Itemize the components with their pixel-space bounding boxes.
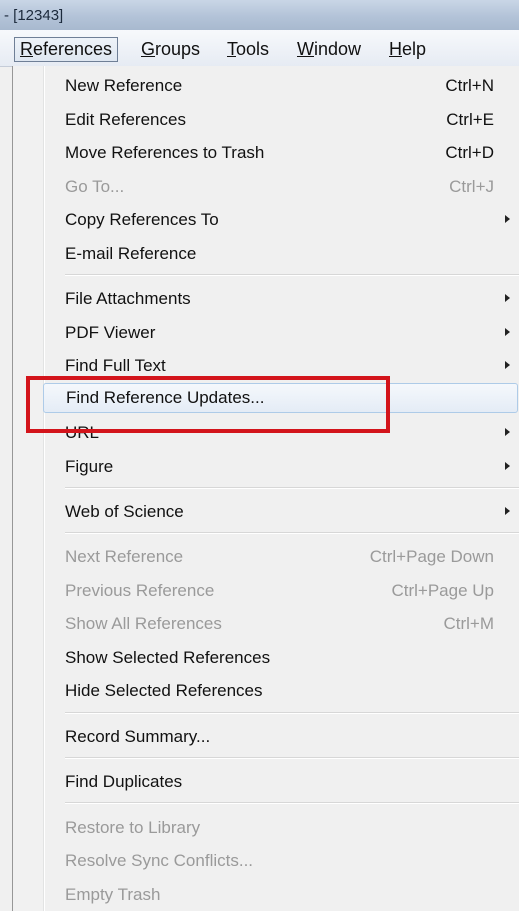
- menu-item-label: Show Selected References: [65, 648, 271, 667]
- menu-groups-label: roups: [155, 39, 201, 59]
- menu-item-go-to: Go To... Ctrl+J: [44, 172, 519, 202]
- menu-item-edit-references[interactable]: Edit References Ctrl+E: [44, 105, 519, 135]
- menu-item-shortcut: Ctrl+M: [443, 614, 494, 633]
- menu-item-label: New Reference: [65, 76, 183, 95]
- menu-item-find-duplicates[interactable]: Find Duplicates: [44, 767, 519, 797]
- menu-item-show-selected-references[interactable]: Show Selected References: [44, 643, 519, 673]
- submenu-arrow-icon: [505, 294, 510, 302]
- menu-item-web-of-science[interactable]: Web of Science: [44, 497, 519, 527]
- menu-item-email-reference[interactable]: E-mail Reference: [44, 239, 519, 269]
- menu-item-label: Restore to Library: [65, 818, 201, 837]
- menu-item-shortcut: Ctrl+Page Down: [369, 547, 494, 566]
- menu-item-label: Move References to Trash: [65, 143, 265, 162]
- menu-window-accel: W: [297, 39, 314, 59]
- menu-item-shortcut: Ctrl+N: [445, 76, 494, 95]
- menu-tools[interactable]: Tools: [222, 38, 274, 61]
- menu-bar: References Groups Tools Window Help: [0, 30, 519, 67]
- menu-groups[interactable]: Groups: [136, 38, 205, 61]
- menu-item-label: Previous Reference: [65, 581, 215, 600]
- menu-item-label: Resolve Sync Conflicts...: [65, 851, 254, 870]
- menu-item-shortcut: Ctrl+E: [446, 110, 494, 129]
- menu-separator: [65, 532, 519, 534]
- menu-item-figure[interactable]: Figure: [44, 452, 519, 482]
- menu-groups-accel: G: [141, 39, 156, 59]
- menu-separator: [65, 757, 519, 759]
- menu-item-resolve-sync-conflicts: Resolve Sync Conflicts...: [44, 846, 519, 876]
- menu-item-hide-selected-references[interactable]: Hide Selected References: [44, 676, 519, 706]
- menu-item-pdf-viewer[interactable]: PDF Viewer: [44, 318, 519, 348]
- menu-item-label: Empty Trash: [65, 885, 161, 904]
- menu-item-record-summary[interactable]: Record Summary...: [44, 722, 519, 752]
- menu-item-label: Hide Selected References: [65, 681, 263, 700]
- menu-item-shortcut: Ctrl+J: [449, 177, 494, 196]
- menu-item-label: Record Summary...: [65, 727, 211, 746]
- menu-tools-label: ools: [236, 39, 270, 59]
- menu-item-label: Copy References To: [65, 210, 219, 229]
- references-dropdown-menu: New Reference Ctrl+N Edit References Ctr…: [12, 66, 519, 911]
- menu-tools-accel: T: [227, 39, 236, 59]
- submenu-arrow-icon: [505, 507, 510, 515]
- menu-item-restore-to-library: Restore to Library: [44, 813, 519, 843]
- menu-help[interactable]: Help: [384, 38, 431, 61]
- menu-item-file-attachments[interactable]: File Attachments: [44, 284, 519, 314]
- menu-separator: [65, 487, 519, 489]
- menu-item-label: Edit References: [65, 110, 186, 129]
- submenu-arrow-icon: [505, 462, 510, 470]
- menu-references-label: eferences: [33, 39, 113, 59]
- menu-item-copy-references-to[interactable]: Copy References To: [44, 205, 519, 235]
- menu-item-move-to-trash[interactable]: Move References to Trash Ctrl+D: [44, 138, 519, 168]
- menu-item-label: Next Reference: [65, 547, 184, 566]
- menu-item-label: Find Full Text: [65, 356, 166, 375]
- menu-item-previous-reference: Previous Reference Ctrl+Page Up: [44, 576, 519, 606]
- menu-icon-gutter: [13, 66, 45, 911]
- menu-references-accel: R: [20, 39, 33, 59]
- menu-item-new-reference[interactable]: New Reference Ctrl+N: [44, 71, 519, 101]
- menu-item-label: File Attachments: [65, 289, 191, 308]
- menu-item-label: Show All References: [65, 614, 222, 633]
- menu-item-label: Find Duplicates: [65, 772, 183, 791]
- menu-separator: [65, 274, 519, 276]
- menu-item-empty-trash: Empty Trash: [44, 880, 519, 910]
- submenu-arrow-icon: [505, 215, 510, 223]
- menu-help-accel: H: [389, 39, 402, 59]
- submenu-arrow-icon: [505, 428, 510, 436]
- menu-separator: [65, 712, 519, 714]
- menu-item-show-all-references: Show All References Ctrl+M: [44, 609, 519, 639]
- menu-item-shortcut: Ctrl+Page Up: [391, 581, 494, 600]
- menu-window-label: indow: [314, 39, 362, 59]
- menu-item-label: Go To...: [65, 177, 125, 196]
- menu-item-next-reference: Next Reference Ctrl+Page Down: [44, 542, 519, 572]
- menu-window[interactable]: Window: [292, 38, 366, 61]
- menu-item-shortcut: Ctrl+D: [445, 143, 494, 162]
- menu-references[interactable]: References: [14, 37, 119, 62]
- menu-item-label: E-mail Reference: [65, 244, 197, 263]
- menu-item-label: PDF Viewer: [65, 323, 156, 342]
- menu-item-label: Web of Science: [65, 502, 184, 521]
- window-title: - [12343]: [4, 7, 64, 24]
- submenu-arrow-icon: [505, 361, 510, 369]
- menu-item-label: Figure: [65, 457, 114, 476]
- title-bar: - [12343]: [0, 0, 519, 31]
- menu-help-label: elp: [402, 39, 427, 59]
- submenu-arrow-icon: [505, 328, 510, 336]
- annotation-highlight-box: [26, 376, 390, 433]
- menu-separator: [65, 802, 519, 804]
